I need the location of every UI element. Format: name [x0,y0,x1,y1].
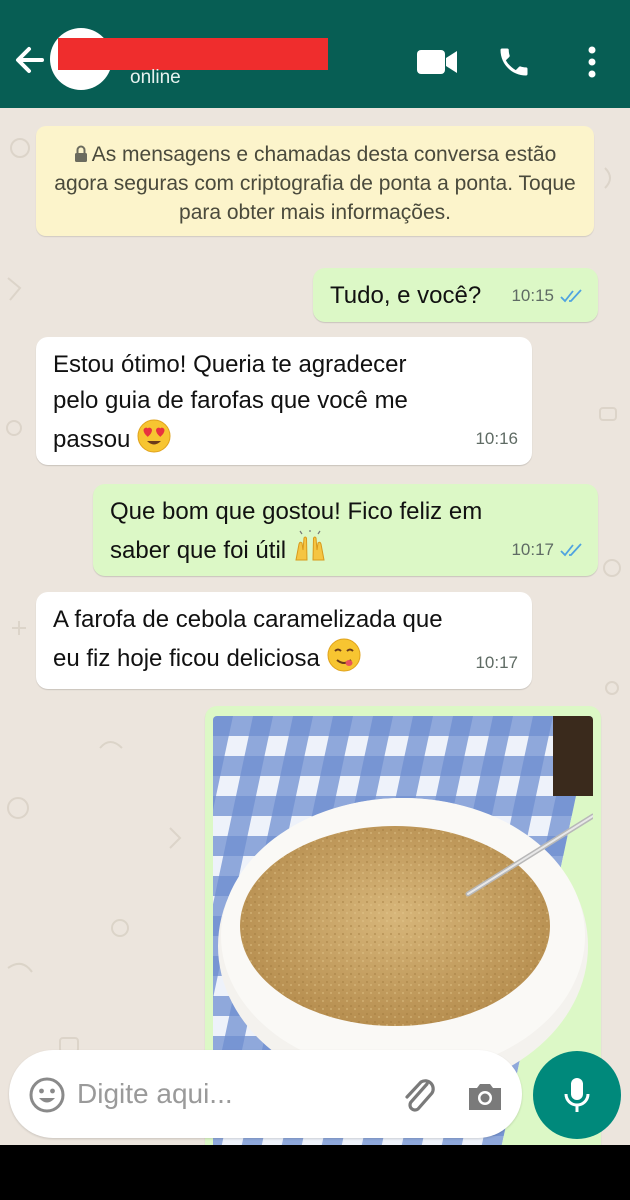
chat-area[interactable]: As mensagens e chamadas desta conversa e… [0,108,630,1145]
encryption-notice-text: As mensagens e chamadas desta conversa e… [54,143,576,224]
message-composer [9,1050,522,1138]
back-arrow-icon [16,47,44,73]
message-text: Que bom que gostou! Fico feliz em saber … [110,498,483,564]
message-text: Estou ótimo! Queria te agradecer pelo gu… [53,351,408,453]
message-meta: 10:16 [475,421,518,457]
message-meta: 10:17 [475,645,518,681]
microphone-icon [564,1078,590,1112]
phone-icon [500,48,528,76]
lock-icon [74,145,87,162]
read-ticks-icon [560,289,582,303]
contact-status: online [130,67,181,88]
message-meta: 10:17 [511,532,584,568]
video-call-button[interactable] [415,40,459,84]
back-button[interactable] [10,40,50,80]
message-bubble-incoming[interactable]: Estou ótimo! Queria te agradecer pelo gu… [36,337,532,465]
encryption-notice[interactable]: As mensagens e chamadas desta conversa e… [36,126,594,236]
message-bubble-incoming[interactable]: A farofa de cebola caramelizada que eu f… [36,592,532,689]
camera-icon[interactable] [465,1076,505,1116]
read-ticks-icon [560,543,582,557]
heart-eyes-emoji [137,419,171,453]
vertical-dots-icon [588,46,596,78]
contact-name-redacted[interactable] [58,38,328,70]
emoji-picker-icon[interactable] [29,1077,65,1113]
message-time: 10:17 [475,653,518,672]
message-meta: 10:15 [511,278,584,314]
message-bubble-outgoing[interactable]: Que bom que gostou! Fico feliz em saber … [93,484,598,576]
message-time: 10:15 [511,286,554,305]
system-navigation-bar [0,1145,630,1200]
raising-hands-emoji [295,530,325,561]
voice-call-button[interactable] [492,40,536,84]
message-input[interactable] [77,1072,377,1116]
yum-emoji [327,638,360,672]
message-text: A farofa de cebola caramelizada que eu f… [53,606,443,672]
video-camera-icon [417,50,457,74]
more-options-button[interactable] [570,40,614,84]
message-text: Tudo, e você? [330,282,482,309]
message-bubble-outgoing[interactable]: Tudo, e você? 10:15 [313,268,598,322]
message-time: 10:17 [511,540,554,559]
chat-header: online [0,0,630,108]
voice-message-button[interactable] [533,1051,621,1139]
message-time: 10:16 [475,429,518,448]
paperclip-icon[interactable] [397,1074,441,1118]
